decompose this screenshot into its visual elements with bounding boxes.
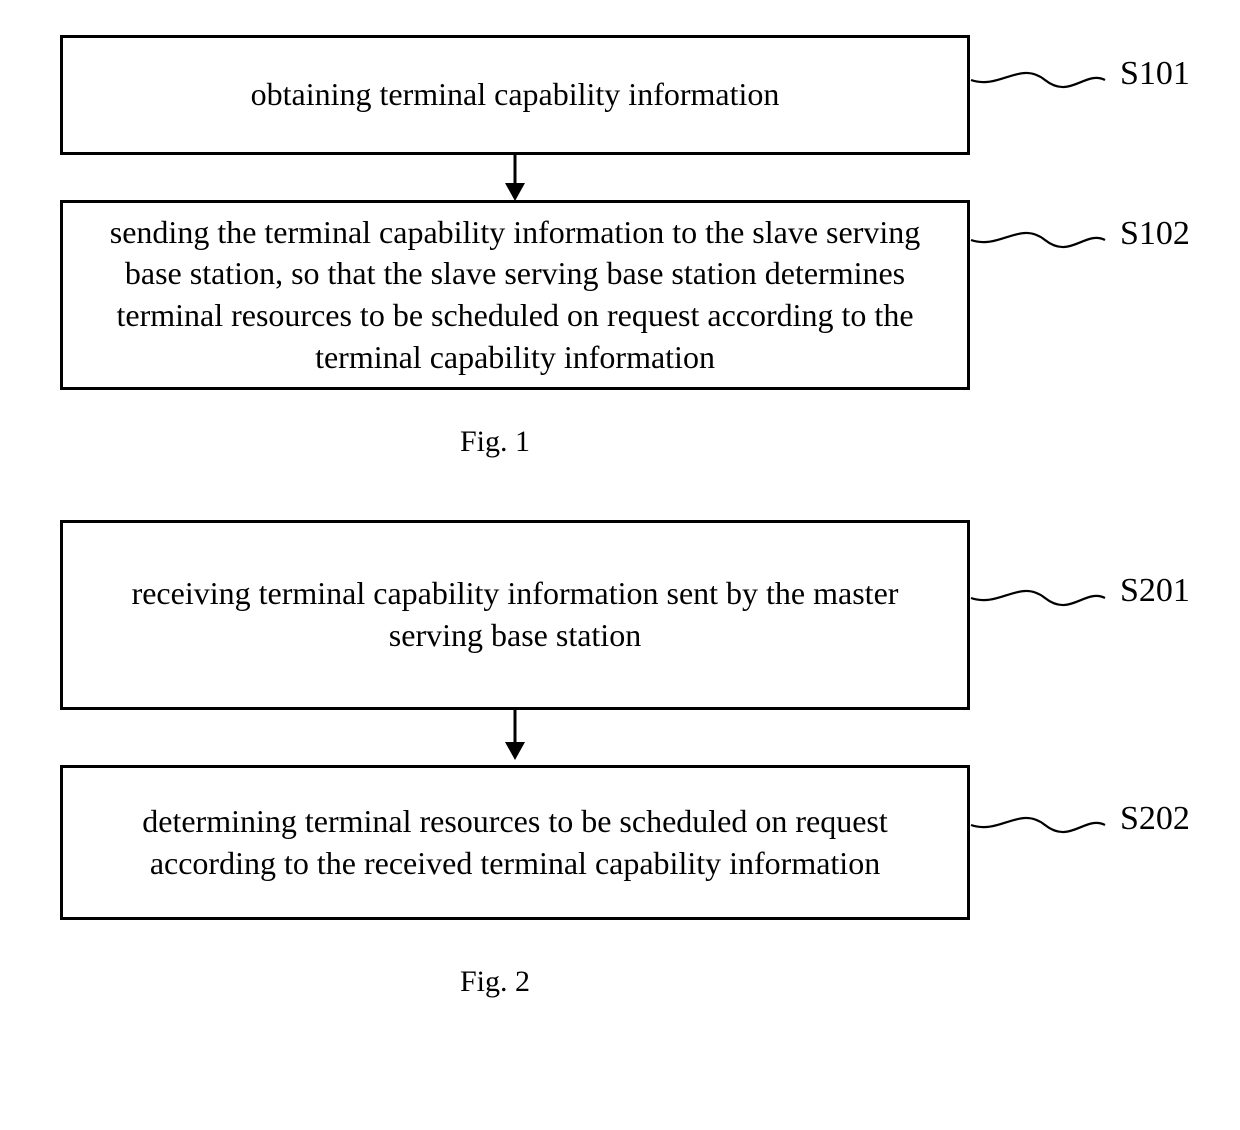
step-label-s201: S201 [1120, 572, 1190, 610]
step-label-s101: S101 [1120, 55, 1190, 93]
s101-squiggle-connector [60, 35, 1160, 115]
arrow-s201-s202 [500, 710, 530, 765]
arrow-s101-s102 [500, 155, 530, 205]
s201-squiggle-connector [60, 520, 1160, 640]
s202-squiggle-connector [60, 765, 1160, 865]
step-label-s102: S102 [1120, 215, 1190, 253]
figure-2-caption: Fig. 2 [460, 965, 530, 999]
s102-squiggle-connector [60, 200, 1160, 280]
step-label-s202: S202 [1120, 800, 1190, 838]
figure-1-caption: Fig. 1 [460, 425, 530, 459]
